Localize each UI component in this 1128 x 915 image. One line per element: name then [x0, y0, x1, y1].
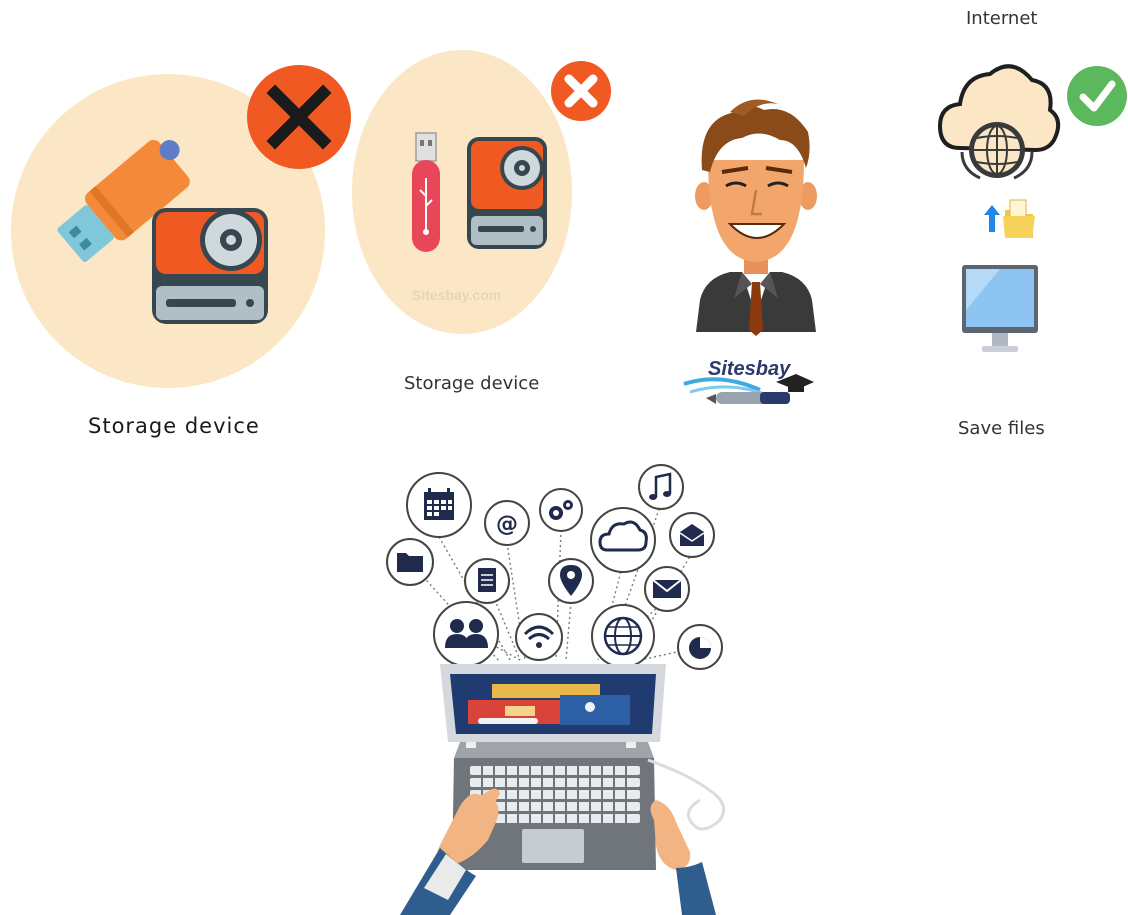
cloud-icon [590, 507, 656, 573]
cross-icon [551, 61, 611, 121]
hard-drive-icon [152, 208, 268, 324]
internet-label: Internet [966, 8, 1038, 29]
hard-drive-icon [467, 137, 547, 249]
open-mail-icon [669, 512, 715, 558]
music-note-icon [638, 464, 684, 510]
laptop-icon: @ [386, 464, 726, 915]
person-icon [695, 99, 817, 336]
calendar-icon [406, 472, 472, 538]
location-pin-icon [548, 558, 594, 604]
settings-gears-icon [539, 488, 583, 532]
cloud-globe-icon [937, 64, 1061, 180]
watermark: Sitesbay.com [412, 287, 502, 303]
upload-folder-icon [984, 199, 1035, 238]
folder-icon [386, 538, 434, 586]
diagram-canvas: @ [11, 50, 1127, 915]
users-icon [433, 601, 499, 667]
storage-device-label-2: Storage device [404, 373, 540, 394]
pie-chart-icon [677, 624, 723, 670]
sitesbay-logo-text: Sitesbay [708, 358, 791, 380]
storage-group-1 [11, 65, 351, 388]
document-icon [464, 558, 510, 604]
check-icon [1067, 66, 1127, 126]
mail-icon [644, 566, 690, 612]
storage-device-label-1: Storage device [88, 414, 260, 438]
monitor-icon [962, 265, 1038, 352]
save-files-label: Save files [958, 418, 1045, 439]
at-sign-icon: @ [484, 500, 530, 546]
globe-icon [591, 604, 655, 668]
wifi-icon [515, 613, 563, 661]
usb-drive-icon [412, 132, 440, 252]
svg-text:@: @ [496, 512, 518, 537]
cross-icon [247, 65, 351, 169]
